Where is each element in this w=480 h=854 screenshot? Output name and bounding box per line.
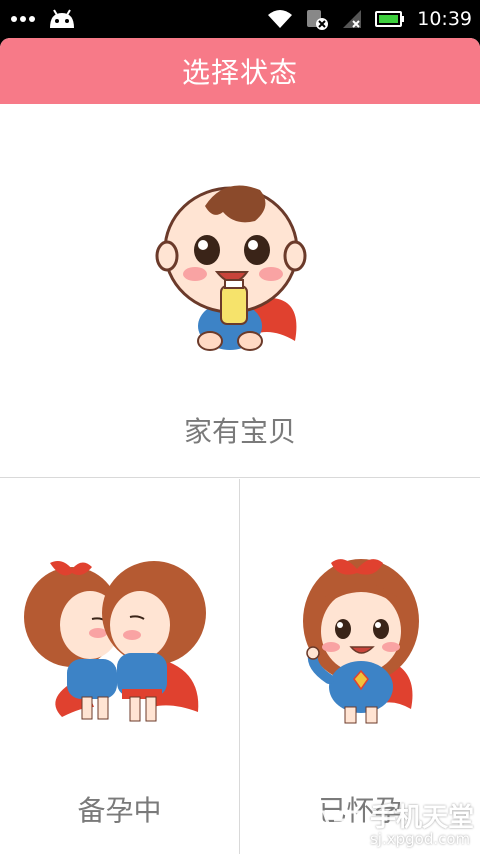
title-bar: 选择状态 bbox=[0, 38, 480, 104]
option-label-baby: 家有宝贝 bbox=[183, 415, 296, 448]
pregnant-girl-illustration bbox=[303, 559, 419, 724]
clock: 10:39 bbox=[417, 8, 472, 30]
option-card-preparing[interactable]: 备孕中 bbox=[0, 479, 240, 854]
sim-card-icon bbox=[307, 10, 329, 30]
status-bar: 10:39 bbox=[0, 0, 480, 38]
option-card-pregnant[interactable]: 已怀孕 bbox=[241, 479, 480, 854]
watermark-brand: 手机天堂 bbox=[369, 802, 474, 833]
watermark: 手机天堂 sj.xpgod.com bbox=[320, 802, 474, 849]
watermark-logo-icon bbox=[321, 810, 363, 844]
android-icon bbox=[50, 9, 74, 28]
app-window: 选择状态 家有宝贝 备孕中 已怀孕 手机天堂 sj.xpgod.com bbox=[0, 38, 480, 854]
battery-icon bbox=[375, 11, 405, 27]
option-label-preparing: 备孕中 bbox=[77, 794, 162, 827]
more-dots-icon bbox=[11, 16, 35, 22]
page-title: 选择状态 bbox=[181, 56, 298, 89]
wifi-icon bbox=[268, 10, 293, 28]
option-card-baby[interactable]: 家有宝贝 bbox=[0, 104, 480, 478]
couple-illustration bbox=[24, 561, 206, 722]
signal-icon bbox=[343, 10, 362, 28]
baby-illustration bbox=[155, 185, 307, 351]
watermark-url: sj.xpgod.com bbox=[369, 830, 471, 849]
